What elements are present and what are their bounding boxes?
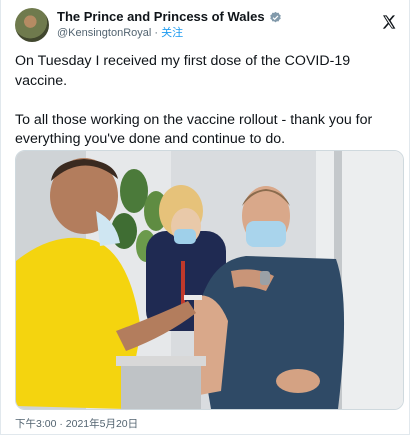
post-text: On Tuesday I received my first dose of t… xyxy=(15,53,373,147)
post-photo[interactable] xyxy=(15,150,404,410)
verified-badge-icon xyxy=(269,11,281,23)
author-info: The Prince and Princess of Wales @Kensin… xyxy=(57,9,282,40)
separator-dot: · xyxy=(154,27,159,40)
post-header: The Prince and Princess of Wales @Kensin… xyxy=(15,8,397,42)
post-timestamp[interactable]: 下午3:00 · 2021年5月20日 xyxy=(15,416,138,431)
x-logo-icon[interactable] xyxy=(381,14,397,30)
follow-button[interactable]: 关注 xyxy=(161,27,183,39)
avatar[interactable] xyxy=(15,8,49,42)
handle-row: @KensingtonRoyal · 关注 xyxy=(57,27,282,40)
name-row: The Prince and Princess of Wales xyxy=(57,9,282,25)
handle[interactable]: @KensingtonRoyal xyxy=(57,27,151,39)
display-name[interactable]: The Prince and Princess of Wales xyxy=(57,9,265,25)
post-card: The Prince and Princess of Wales @Kensin… xyxy=(0,0,410,435)
